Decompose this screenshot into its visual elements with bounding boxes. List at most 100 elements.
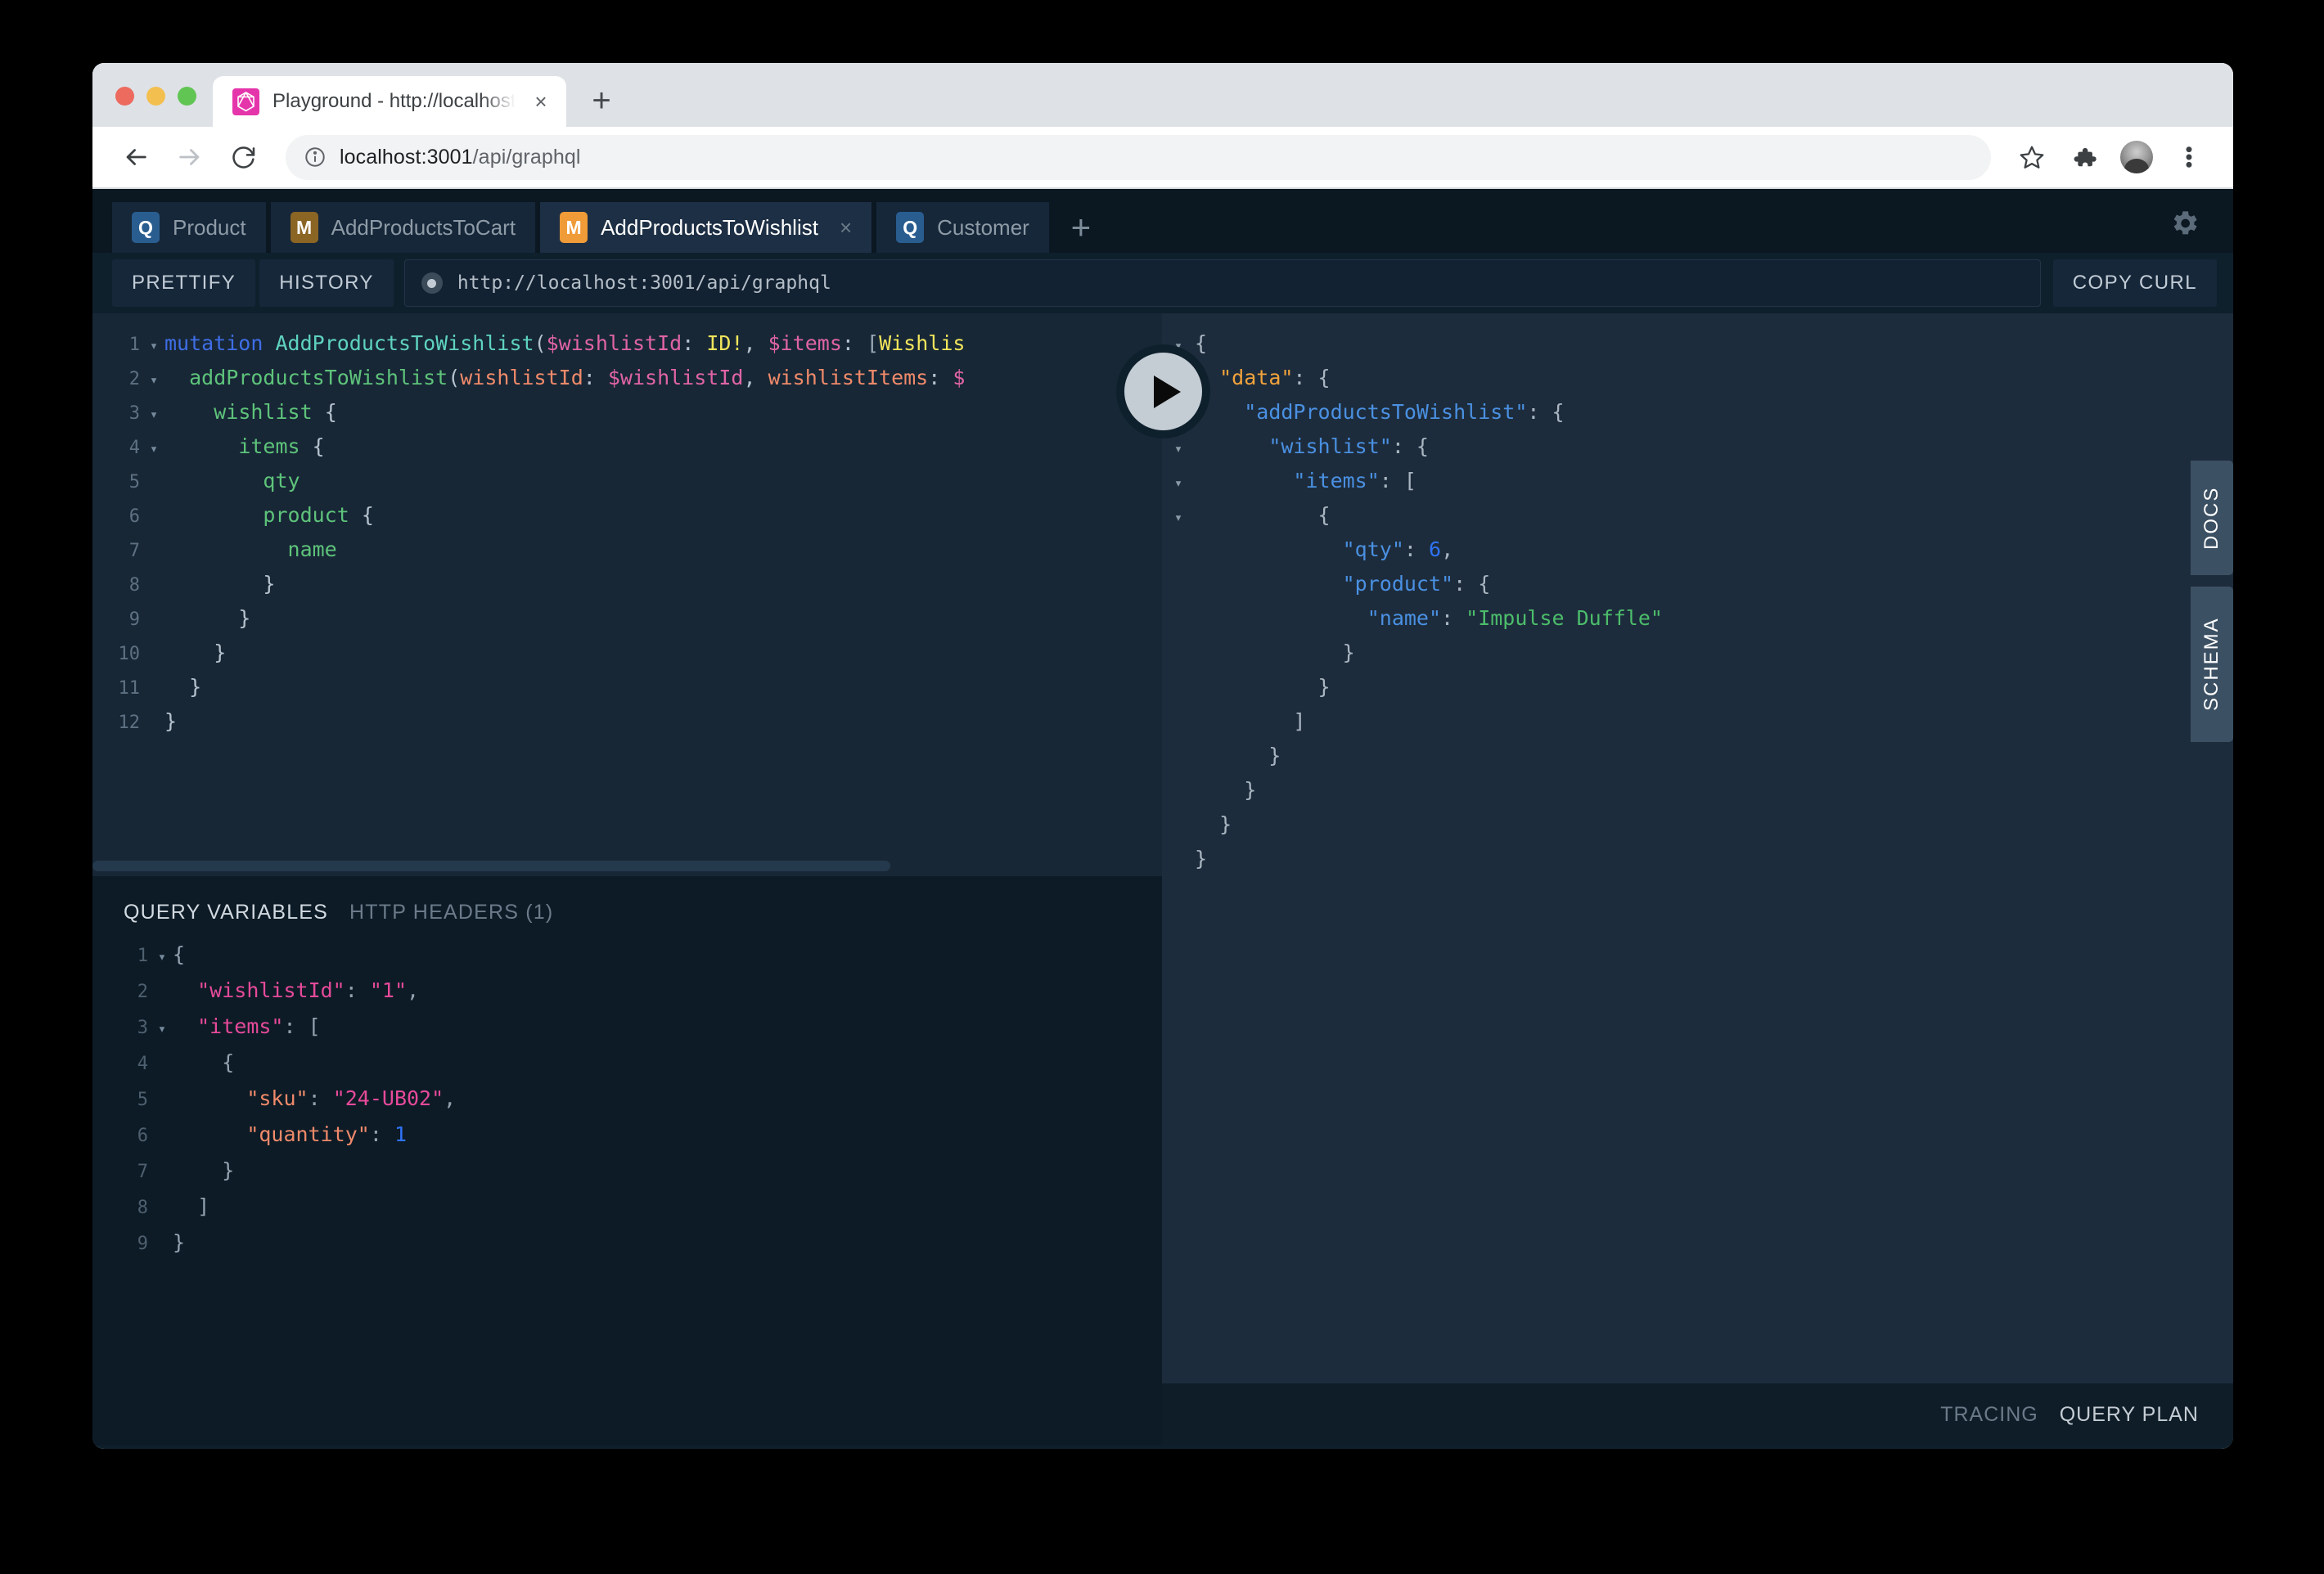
response-line: } <box>1162 744 2233 778</box>
new-session-tab-button[interactable]: + <box>1054 202 1108 253</box>
code-content: } <box>1195 778 1256 802</box>
code-token: ( <box>448 366 461 389</box>
playground-tab-label: AddProductsToWishlist <box>601 214 818 240</box>
code-content: "product": { <box>1195 572 1491 596</box>
fold-toggle-icon[interactable]: ▾ <box>143 338 164 354</box>
copy-curl-button[interactable]: COPY CURL <box>2052 259 2217 307</box>
code-token: : <box>308 1086 333 1110</box>
playground-tab-label: Customer <box>937 214 1029 240</box>
new-tab-button[interactable]: + <box>578 77 625 124</box>
response-pane: ▾{▾ "data": {▾ "addProductsToWishlist": … <box>1162 313 2233 1446</box>
query-editor[interactable]: 1 ▾ mutation AddProductsToWishlist($wishli… <box>92 313 1162 876</box>
puzzle-icon[interactable] <box>2061 134 2107 180</box>
endpoint-url-input[interactable]: http://localhost:3001/api/graphql <box>403 259 2041 307</box>
fold-toggle-icon[interactable]: ▾ <box>143 372 164 389</box>
prettify-button[interactable]: PRETTIFY <box>112 259 256 307</box>
code-content: "items": [ <box>1195 469 1416 492</box>
reload-icon[interactable] <box>220 133 268 181</box>
browser-tab[interactable]: Playground - http://localhost:3 × <box>213 76 566 127</box>
back-icon[interactable] <box>112 133 160 181</box>
minimize-window-button[interactable] <box>146 87 165 106</box>
line-number: 9 <box>137 1234 148 1254</box>
fold-toggle-icon[interactable]: ▾ <box>1162 475 1195 492</box>
schema-tab[interactable]: SCHEMA <box>2191 587 2233 742</box>
history-button[interactable]: HISTORY <box>259 259 394 307</box>
avatar[interactable] <box>2114 134 2160 180</box>
query-editor-horizontal-scrollbar[interactable] <box>92 861 890 871</box>
response-line: "product": { <box>1162 572 2233 606</box>
code-content: { <box>173 942 185 966</box>
docs-tab[interactable]: DOCS <box>2191 461 2233 575</box>
tab-query-variables[interactable]: QUERY VARIABLES <box>124 901 328 924</box>
code-content: } <box>164 572 275 596</box>
code-content: wishlist { <box>164 400 337 424</box>
fold-toggle-icon[interactable]: ▾ <box>143 407 164 423</box>
code-token: "wishlistId" <box>197 978 345 1002</box>
tab-http-headers[interactable]: HTTP HEADERS (1) <box>349 901 553 924</box>
fold-toggle-icon[interactable]: ▾ <box>151 949 173 965</box>
execute-query-button[interactable] <box>1116 344 1210 438</box>
fold-toggle-icon[interactable]: ▾ <box>1162 441 1195 457</box>
line-number: 1 <box>137 946 148 966</box>
code-line: 8 ] <box>92 1194 1162 1230</box>
forward-icon[interactable] <box>166 133 214 181</box>
code-token: } <box>173 1230 186 1254</box>
playground-tab-label: Product <box>173 214 246 240</box>
code-token: , <box>444 1086 457 1110</box>
code-content: addProductsToWishlist(wishlistId: $wishl… <box>164 366 965 389</box>
code-token: ( <box>534 331 547 355</box>
code-token: $ <box>953 366 966 389</box>
code-token: : { <box>1391 434 1429 458</box>
code-token: } <box>1195 641 1355 664</box>
fold-toggle-icon[interactable]: ▾ <box>143 441 164 457</box>
tab-tracing[interactable]: TRACING <box>1940 1403 2038 1427</box>
playground-tab-customer[interactable]: Q Customer <box>876 202 1049 253</box>
response-line: } <box>1162 641 2233 675</box>
code-content: "wishlistId": "1", <box>173 978 419 1002</box>
code-token: "24-UB02" <box>332 1086 444 1110</box>
response-line: } <box>1162 778 2233 812</box>
close-icon[interactable]: × <box>529 89 553 114</box>
code-token: : { <box>1527 400 1565 424</box>
address-bar-url: localhost:3001/api/graphql <box>340 146 581 169</box>
line-number: 6 <box>128 506 140 527</box>
close-window-button[interactable] <box>115 87 134 106</box>
mutation-badge-icon: M <box>560 212 588 243</box>
maximize-window-button[interactable] <box>178 87 196 106</box>
fold-toggle-icon[interactable]: ▾ <box>151 1021 173 1037</box>
line-number: 3 <box>128 403 140 424</box>
query-badge-icon: Q <box>896 212 925 243</box>
response-line: ▾ "data": { <box>1162 366 2233 400</box>
playground-tab-label: AddProductsToCart <box>331 214 516 240</box>
playground-tab-product[interactable]: Q Product <box>112 202 266 253</box>
code-content: "qty": 6, <box>1195 537 1454 561</box>
query-variables-pane: QUERY VARIABLES HTTP HEADERS (1) 1 ▾{2 "w… <box>92 876 1162 1446</box>
address-bar[interactable]: localhost:3001/api/graphql <box>286 134 1991 180</box>
gear-icon[interactable] <box>2168 207 2200 244</box>
close-icon[interactable]: × <box>840 215 852 241</box>
code-token: ] <box>173 1194 210 1218</box>
code-line: 7 } <box>92 1158 1162 1194</box>
line-number: 5 <box>137 1090 148 1110</box>
code-line: 1 ▾{ <box>92 942 1162 978</box>
tab-query-plan[interactable]: QUERY PLAN <box>2060 1403 2199 1427</box>
code-content: "wishlist": { <box>1195 434 1429 458</box>
variables-editor-lines[interactable]: 1 ▾{2 "wishlistId": "1", 3 ▾ "items": [4 {5… <box>92 942 1162 1266</box>
playground-tab-addproductstocart[interactable]: M AddProductsToCart <box>270 202 536 253</box>
response-line: ▾ "items": [ <box>1162 469 2233 503</box>
url-path: /api/graphql <box>472 145 581 169</box>
code-token: $wishlistId <box>607 366 744 389</box>
playground-tab-addproductstowishlist[interactable]: M AddProductsToWishlist × <box>540 202 872 253</box>
three-dot-menu-icon[interactable] <box>2166 134 2212 180</box>
code-token: "sku" <box>246 1086 309 1110</box>
fold-toggle-icon[interactable]: ▾ <box>1162 510 1195 526</box>
star-icon[interactable] <box>2009 134 2055 180</box>
code-token: wishlist <box>214 400 313 424</box>
playground-exec-toolbar: PRETTIFY HISTORY http://localhost:3001/a… <box>92 253 2233 313</box>
site-info-icon[interactable] <box>304 146 327 169</box>
code-token: AddProductsToWishlist <box>275 331 534 355</box>
code-content: } <box>1195 675 1331 699</box>
